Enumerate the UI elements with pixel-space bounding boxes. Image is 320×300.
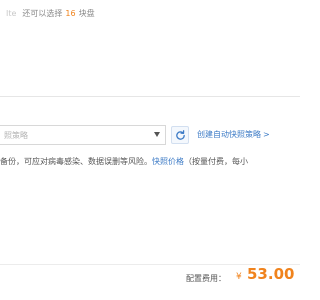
refresh-button[interactable]: [171, 126, 189, 144]
faded-label: Ite: [6, 9, 17, 18]
remaining-suffix: 块盘: [78, 9, 95, 18]
snapshot-description: 备份，可应对病毒感染、数据误删等风险。快照价格（按量付费，每小: [0, 156, 300, 170]
snapshot-policy-select[interactable]: 照策略: [0, 125, 166, 145]
refresh-icon: [175, 129, 185, 140]
snapshot-price-link[interactable]: 快照价格: [152, 157, 184, 166]
create-link-arrow: >: [263, 130, 270, 139]
create-snapshot-policy-link[interactable]: 创建自动快照策略 >: [197, 129, 270, 140]
create-link-label: 创建自动快照策略: [197, 130, 261, 139]
remaining-disk-count: 16: [65, 9, 76, 18]
snapshot-desc-text: 备份，可应对病毒感染、数据误删等风险。: [0, 157, 152, 166]
chevron-down-icon: [154, 132, 160, 137]
remaining-prefix: 还可以选择: [22, 9, 63, 18]
config-fee-amount: 53.00: [247, 265, 295, 283]
disk-config-section: Ite 还可以选择 16 块盘: [0, 0, 300, 95]
page: Ite 还可以选择 16 块盘 照策略 创建自动快照策略 > 备份，可应对病毒感染…: [0, 0, 300, 300]
remaining-disk-info: Ite 还可以选择 16 块盘: [0, 0, 300, 27]
config-fee-label: 配置费用：: [186, 274, 226, 283]
fee-currency-symbol: ¥: [236, 272, 242, 282]
snapshot-price-note: （按量付费，每小: [184, 157, 248, 166]
policy-select-placeholder: 照策略: [4, 130, 28, 140]
